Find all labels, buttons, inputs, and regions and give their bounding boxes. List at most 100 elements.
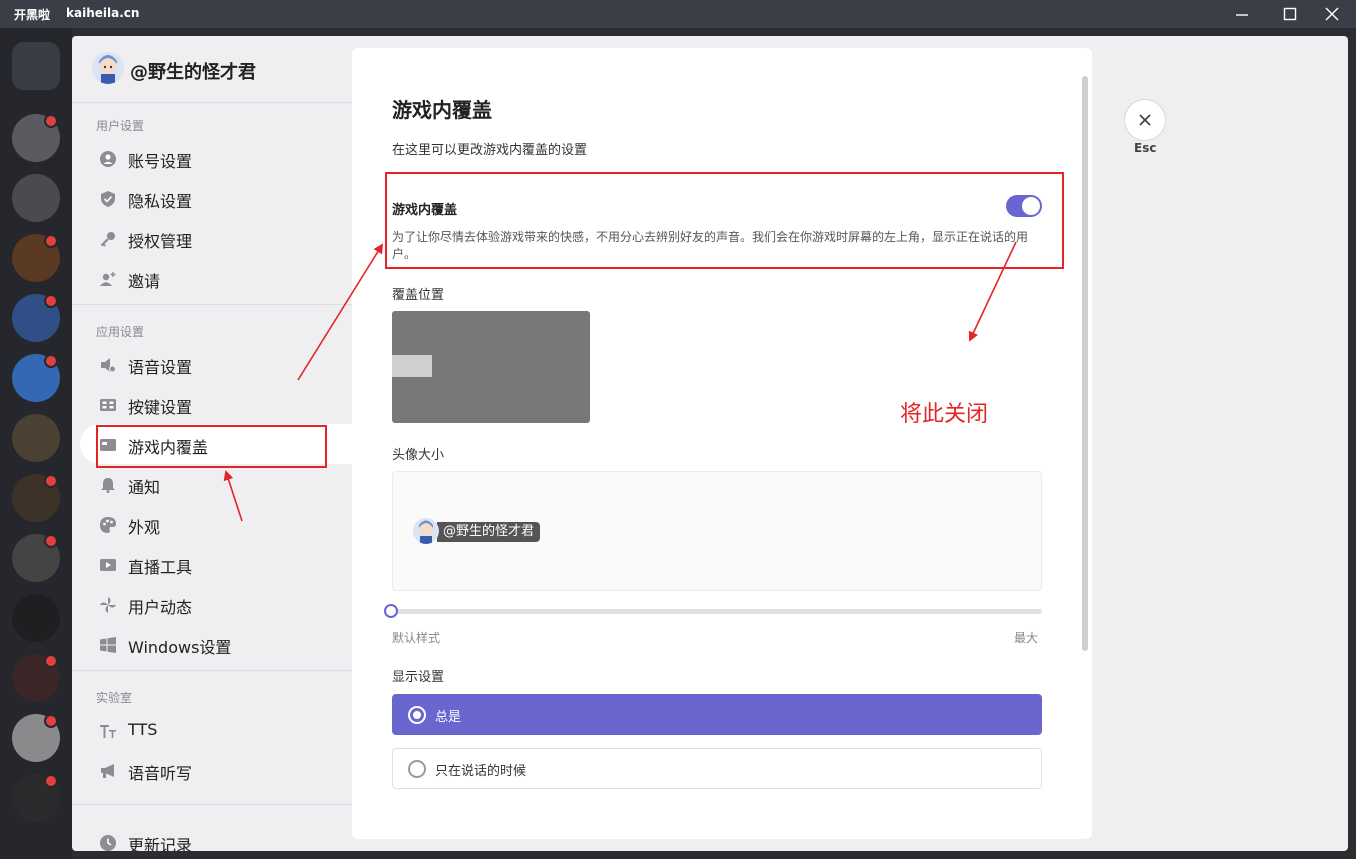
unread-badge xyxy=(44,354,58,368)
user-name: @野生的怪才君 xyxy=(130,62,256,83)
sidebar-item-keybinds[interactable]: 按键设置 xyxy=(96,388,336,420)
overlay-settings-panel: 游戏内覆盖 在这里可以更改游戏内覆盖的设置 游戏内覆盖 为了让你尽情去体验游戏带… xyxy=(352,48,1092,839)
keyboard-icon xyxy=(100,399,116,411)
sidebar-item-label: 账号设置 xyxy=(128,152,193,171)
invite-icon xyxy=(100,272,116,286)
maximize-button[interactable] xyxy=(1266,0,1314,28)
unread-badge xyxy=(44,234,58,248)
minimize-icon xyxy=(1236,14,1248,16)
unread-badge xyxy=(44,474,58,488)
close-window-button[interactable] xyxy=(1308,0,1356,28)
close-icon xyxy=(1139,114,1151,126)
account-icon xyxy=(100,151,116,167)
unread-badge xyxy=(44,294,58,308)
preview-avatar xyxy=(413,518,439,544)
annotation-highlight-toggle xyxy=(385,172,1064,269)
sidebar-item-label: 语音设置 xyxy=(128,358,193,377)
server-icon[interactable] xyxy=(12,414,60,462)
avatar-size-slider[interactable] xyxy=(392,609,1042,614)
sidebar-item-label: 授权管理 xyxy=(128,232,193,251)
sidebar-item-appearance[interactable]: 外观 xyxy=(96,508,336,540)
sidebar-item-label: 邀请 xyxy=(128,272,161,291)
divider xyxy=(72,670,352,671)
sidebar-item-label: 直播工具 xyxy=(128,558,193,577)
shield-icon xyxy=(101,191,115,207)
section-title-app: 应用设置 xyxy=(96,325,145,339)
display-settings-label: 显示设置 xyxy=(392,670,445,685)
radio-unselected-icon xyxy=(408,760,426,778)
display-option-label: 只在说话的时候 xyxy=(435,764,527,779)
sidebar-item-voice[interactable]: 语音设置 xyxy=(96,348,336,380)
sidebar-item-changelog[interactable]: 更新记录 xyxy=(96,826,336,851)
content-scrollbar[interactable] xyxy=(1082,76,1088,651)
sidebar-item-authorization[interactable]: 授权管理 xyxy=(96,222,336,254)
sidebar-item-streaming[interactable]: 直播工具 xyxy=(96,548,336,580)
sidebar-item-label: TTS xyxy=(128,720,158,739)
page-subtitle: 在这里可以更改游戏内覆盖的设置 xyxy=(392,143,588,158)
sidebar-item-windows[interactable]: Windows设置 xyxy=(96,628,336,660)
sidebar-item-label: 按键设置 xyxy=(128,398,193,417)
sidebar-item-label: 更新记录 xyxy=(128,836,193,851)
sidebar-item-invite[interactable]: 邀请 xyxy=(96,262,336,294)
avatar-size-label: 头像大小 xyxy=(392,448,445,463)
sidebar-item-label: 用户动态 xyxy=(128,598,193,617)
page-title: 游戏内覆盖 xyxy=(392,98,492,122)
sidebar-item-label: 隐私设置 xyxy=(128,192,193,211)
unread-badge xyxy=(44,774,58,788)
server-icon[interactable] xyxy=(12,174,60,222)
server-icon[interactable] xyxy=(12,594,60,642)
section-title-lab: 实验室 xyxy=(96,691,133,705)
display-option-always[interactable]: 总是 xyxy=(392,694,1042,735)
megaphone-icon xyxy=(101,764,114,778)
clock-icon xyxy=(100,835,116,851)
sidebar-item-notifications[interactable]: 通知 xyxy=(96,468,336,500)
section-title-user: 用户设置 xyxy=(96,119,145,133)
anime-avatar-icon xyxy=(99,55,117,84)
sidebar-item-privacy[interactable]: 隐私设置 xyxy=(96,182,336,214)
minimize-button[interactable] xyxy=(1218,0,1266,28)
divider xyxy=(72,304,352,305)
title-bar: 开黑啦 kaiheila.cn xyxy=(0,0,1356,28)
unread-badge xyxy=(44,714,58,728)
sidebar-item-dictation[interactable]: 语音听写 xyxy=(96,754,336,786)
close-icon xyxy=(1325,7,1339,21)
avatar xyxy=(92,52,124,84)
app-brand: 开黑啦 xyxy=(14,8,51,22)
sidebar-item-account[interactable]: 账号设置 xyxy=(96,142,336,174)
overlay-position-marker[interactable] xyxy=(392,355,432,377)
windows-icon xyxy=(100,637,116,653)
divider xyxy=(72,102,352,103)
speaker-gear-icon xyxy=(101,358,116,373)
text-size-icon xyxy=(100,725,116,738)
preview-user-name: @野生的怪才君 xyxy=(437,522,541,542)
palette-icon xyxy=(100,517,116,533)
annotation-text: 将此关闭 xyxy=(900,402,989,427)
unread-badge xyxy=(44,654,58,668)
sidebar-item-tts[interactable]: TTS xyxy=(96,714,336,746)
sidebar-item-label: Windows设置 xyxy=(128,638,232,657)
bell-icon xyxy=(101,478,115,493)
position-label: 覆盖位置 xyxy=(392,288,445,303)
video-icon xyxy=(100,559,116,571)
anime-avatar-icon xyxy=(419,520,433,544)
avatar-preview-area: @野生的怪才君 xyxy=(392,471,1042,591)
divider xyxy=(72,804,352,805)
pinwheel-icon xyxy=(100,597,116,613)
overlay-position-picker[interactable] xyxy=(392,311,590,423)
radio-selected-icon xyxy=(408,706,426,724)
server-rail xyxy=(0,28,72,859)
slider-max-label: 最大 xyxy=(1014,631,1039,645)
display-option-speaking[interactable]: 只在说话的时候 xyxy=(392,748,1042,789)
app-domain: kaiheila.cn xyxy=(66,6,140,20)
annotation-highlight-menu xyxy=(96,425,327,468)
server-home-icon[interactable] xyxy=(12,42,60,90)
key-icon xyxy=(100,232,115,247)
slider-min-label: 默认样式 xyxy=(392,631,441,645)
esc-label: Esc xyxy=(1134,141,1157,155)
sidebar-item-activity[interactable]: 用户动态 xyxy=(96,588,336,620)
display-option-label: 总是 xyxy=(435,710,462,725)
unread-badge xyxy=(44,534,58,548)
close-settings-button[interactable] xyxy=(1124,99,1166,141)
avatar-size-slider-handle[interactable] xyxy=(384,604,398,618)
sidebar-item-label: 外观 xyxy=(128,518,161,537)
